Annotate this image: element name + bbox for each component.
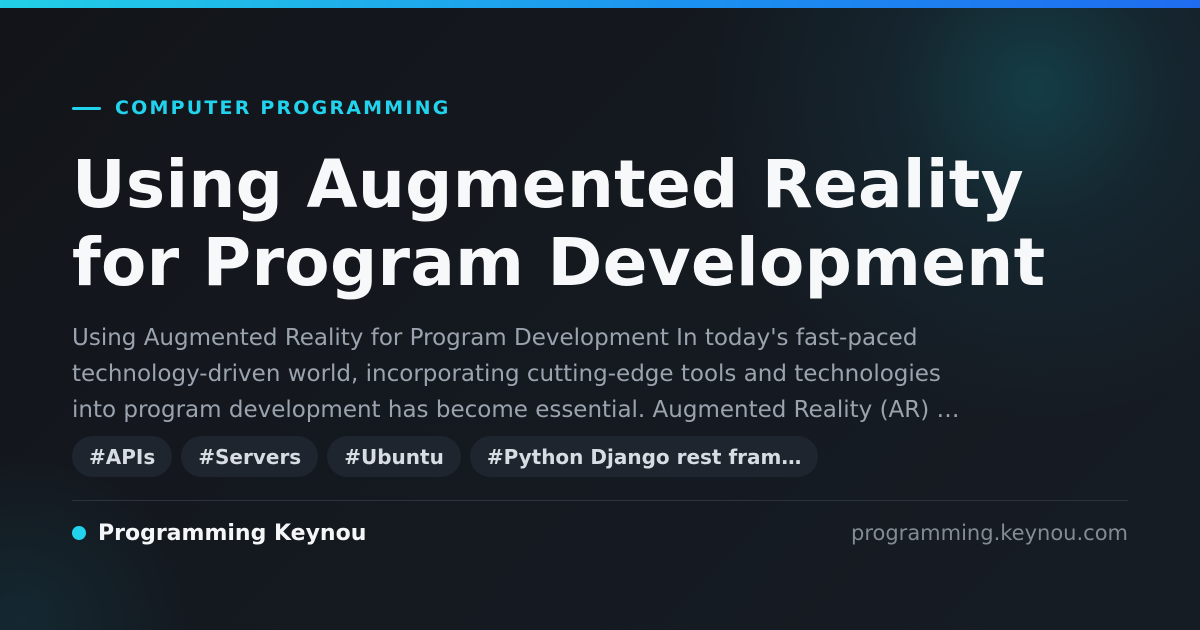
category-row: COMPUTER PROGRAMMING (72, 96, 451, 120)
site-url[interactable]: programming.keynou.com (851, 518, 1128, 548)
page-title-line-2: for Program Development (72, 224, 1046, 301)
excerpt-line-2: technology-driven world, incorporating c… (72, 361, 941, 387)
brand: Programming Keynou (72, 518, 366, 548)
excerpt-line-1: Using Augmented Reality for Program Deve… (72, 325, 918, 351)
page-title-line-1: Using Augmented Reality (72, 146, 1024, 223)
accent-top-bar (0, 0, 1200, 8)
tag-python-django-rest-framework[interactable]: #Python Django rest fram… (469, 436, 819, 477)
article-excerpt: Using Augmented Reality for Program Deve… (72, 320, 1092, 428)
footer-divider (72, 500, 1128, 501)
tag-list: #APIs #Servers #Ubuntu #Python Django re… (72, 436, 819, 477)
tag-ubuntu[interactable]: #Ubuntu (327, 436, 461, 477)
brand-name: Programming Keynou (98, 520, 367, 546)
brand-dot-icon (72, 526, 86, 540)
tag-servers[interactable]: #Servers (181, 436, 319, 477)
tag-apis[interactable]: #APIs (72, 436, 173, 477)
category-label: COMPUTER PROGRAMMING (115, 97, 451, 119)
excerpt-line-3: into program development has become esse… (72, 397, 960, 423)
page-title: Using Augmented Reality for Program Deve… (72, 146, 1152, 302)
category-dash-icon (72, 106, 101, 110)
